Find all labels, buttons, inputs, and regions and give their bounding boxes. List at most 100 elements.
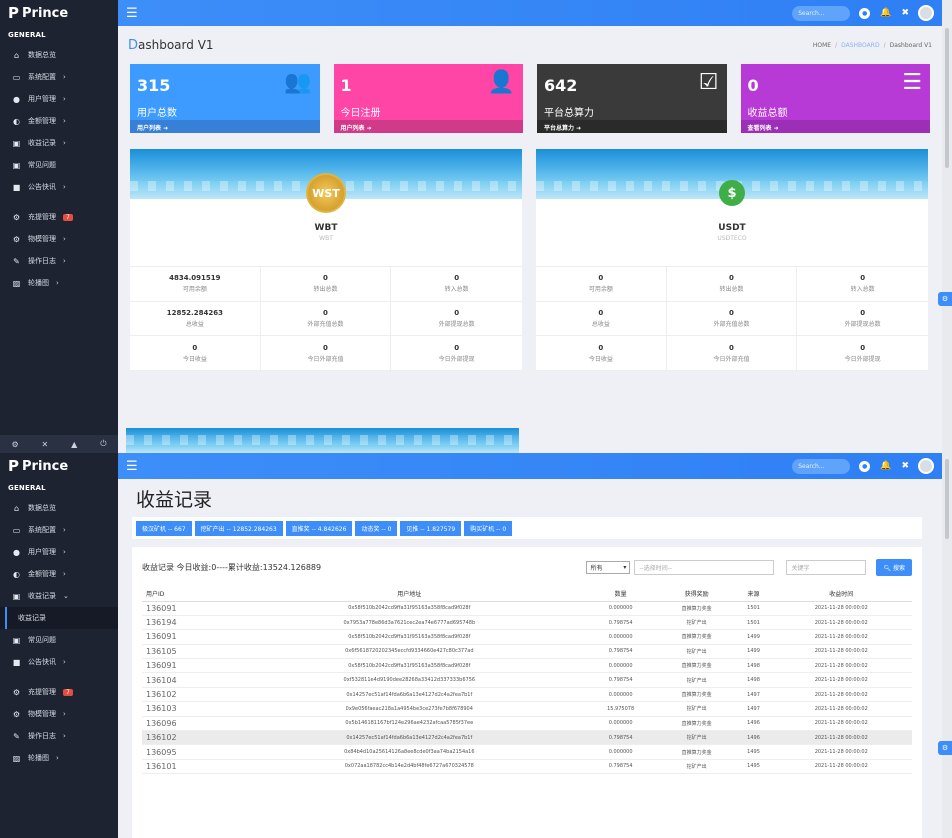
- tab-record-type[interactable]: 挖矿产出 -- 12852.284263: [194, 520, 283, 536]
- scrollbar[interactable]: [942, 453, 952, 838]
- table-cell: 0x5b146181167bf124e296ae4232afcaa5785f37…: [234, 716, 585, 732]
- column-header[interactable]: 收益时间: [770, 587, 912, 602]
- sidebar-item-dashboard[interactable]: ⌂ 数据总览: [0, 497, 118, 519]
- table-cell: 1497: [736, 701, 771, 717]
- sidebar-item-users[interactable]: ● 用户管理 ›: [0, 88, 118, 110]
- table-row[interactable]: 136091 0x58f510b2042cd9ffa31f95163a358f8c…: [142, 629, 912, 645]
- menu-icon[interactable]: ☰: [126, 6, 138, 21]
- tab-record-type[interactable]: 极汉矿机 -- 667: [136, 520, 192, 536]
- sidebar-item-wallet[interactable]: ◐ 金额管理 ›: [0, 563, 118, 585]
- table-row[interactable]: 136095 0x84b4d10a25614126a8ee8cde0f3aa74b…: [142, 744, 912, 760]
- table-row[interactable]: 136103 0x9e056faeac218a1a4954be3ce273fe7b…: [142, 701, 912, 717]
- table-row[interactable]: 136102 0x14257ec51af14fda6b6a13e4127d2c4a…: [142, 687, 912, 703]
- sidebar-item-system[interactable]: ▭ 系统配置 ›: [0, 519, 118, 541]
- stat-link[interactable]: 用户列表 ➜: [333, 120, 523, 133]
- table-row[interactable]: 136091 0x58f510b2042cd9ffa31f95163a358f8c…: [142, 658, 912, 674]
- table-row[interactable]: 136101 0x072aa18782cc4b14e2d4bf48fe6727a6…: [142, 759, 912, 775]
- breadcrumb-home[interactable]: HOME: [813, 42, 831, 49]
- sidebar-section-label: GENERAL: [8, 31, 46, 39]
- sidebar-item-recharge[interactable]: ⚙ 充提管理 7: [0, 681, 118, 703]
- search-button-label: 搜索: [892, 564, 905, 572]
- table-cell: 1496: [736, 730, 771, 746]
- sidebar-item-notice[interactable]: ■ 公告快讯 ›: [0, 651, 118, 673]
- settings-icon[interactable]: ⚙: [11, 440, 18, 449]
- stat-link[interactable]: 平台总算力 ➜: [537, 120, 727, 133]
- keyword-input[interactable]: 关键字: [786, 559, 867, 575]
- stat-link[interactable]: 用户列表 ➜: [130, 120, 320, 133]
- time-input[interactable]: --选择时间--: [634, 559, 775, 575]
- sidebar-item-carousel[interactable]: ▨ 轮播图 ›: [0, 747, 118, 769]
- sidebar-item-miner[interactable]: ⚙ 物模管理 ›: [0, 228, 118, 250]
- filter-select[interactable]: 所有 ▾: [586, 560, 631, 574]
- table-row[interactable]: 136096 0x5b146181167bf124e296ae4232afcaa5…: [142, 716, 912, 732]
- power-icon[interactable]: ⏻: [100, 439, 106, 449]
- table-row[interactable]: 136091 0x58f510b2042cd9ffa31f95163a358f8c…: [142, 601, 912, 616]
- usdt-coin-icon: $: [712, 173, 752, 213]
- column-header[interactable]: 数量: [584, 587, 657, 602]
- sidebar-item-recharge[interactable]: ⚙ 充提管理 7: [0, 206, 118, 228]
- table-cell: 0x58f510b2042cd9ffa31f95163a358f8cad9f02…: [234, 601, 585, 616]
- menu-icon[interactable]: ☰: [126, 459, 138, 474]
- chevron-right-icon: ›: [63, 710, 66, 718]
- sidebar-item-system[interactable]: ▭ 系统配置 ›: [0, 66, 118, 88]
- search-button[interactable]: 🔍︎ 搜索: [876, 558, 912, 576]
- scrollbar[interactable]: [942, 0, 952, 453]
- notice-icon: ■: [12, 657, 21, 667]
- sidebar-item-log[interactable]: ✎ 操作日志 ›: [0, 725, 118, 747]
- table-row[interactable]: 136194 0x7953a778e86d3a7621cec2ea74e6777a…: [142, 615, 912, 631]
- sidebar-item-dashboard[interactable]: ⌂ 数据总览: [0, 44, 118, 66]
- column-header[interactable]: 用户ID: [142, 587, 235, 602]
- bell-icon[interactable]: 🔔: [880, 8, 891, 18]
- search-icon[interactable]: ●: [859, 7, 871, 19]
- coin-stats-grid: 0 可用余额 0 转出总数 0 转入总数 0 总收益 0 外部充值总数 0 外部提现总数 0…: [536, 266, 928, 371]
- table-cell: 0x14257ec51af14fda6b6a13e4127d2c4a2fea7b…: [234, 687, 585, 703]
- table-cell: 2021-11-28 00:00:02: [770, 601, 912, 616]
- brand-logo[interactable]: P Prince: [0, 0, 118, 26]
- record-type-tabs: 极汉矿机 -- 667 挖矿产出 -- 12852.284263 直推奖 -- …: [132, 517, 922, 539]
- sidebar-item-records[interactable]: ▣ 收益记录 ⌄: [0, 585, 118, 607]
- tab-record-type[interactable]: 动态奖 -- 0: [355, 520, 398, 536]
- table-cell: 0.798754: [584, 672, 657, 688]
- tab-record-type[interactable]: 见推 -- 1.827579: [400, 520, 462, 536]
- sidebar-subitem-records[interactable]: 收益记录: [0, 607, 118, 629]
- sidebar-item-label: 数据总览: [28, 504, 56, 512]
- sidebar-item-wallet[interactable]: ◐ 金额管理 ›: [0, 110, 118, 132]
- tab-record-type[interactable]: 购买矿机 -- 0: [464, 520, 513, 536]
- sidebar-item-notice[interactable]: ■ 公告快讯 ›: [0, 176, 118, 198]
- tab-record-type[interactable]: 直推奖 -- 4.842626: [285, 520, 353, 536]
- fullscreen-icon[interactable]: ✕: [42, 440, 49, 449]
- table-row[interactable]: 136102 0x14257ec51af14fda6b6a13e4127d2c4a…: [142, 730, 912, 746]
- lock-icon[interactable]: ▲: [71, 440, 77, 449]
- avatar[interactable]: [918, 5, 934, 21]
- fullscreen-icon[interactable]: ✖: [901, 8, 909, 18]
- miner2-icon: ⚙: [12, 234, 21, 244]
- search-input[interactable]: Search...: [792, 5, 851, 21]
- sidebar-item-users[interactable]: ● 用户管理 ›: [0, 541, 118, 563]
- search-icon[interactable]: ●: [859, 460, 871, 472]
- stat-link[interactable]: 查看列表 ➜: [740, 120, 930, 133]
- column-header[interactable]: 用户地址: [234, 587, 585, 602]
- table-cell: 0x58f510b2042cd9ffa31f95163a358f8cad9f02…: [234, 658, 585, 674]
- column-header[interactable]: 获得奖励: [656, 587, 737, 602]
- table-cell: 0.798754: [584, 759, 657, 775]
- breadcrumb-dashboard[interactable]: DASHBOARD: [841, 42, 879, 49]
- brand-logo[interactable]: P Prince: [0, 453, 118, 479]
- sidebar-item-records[interactable]: ▣ 收益记录 ›: [0, 132, 118, 154]
- sidebar: P Prince GENERAL ⌂ 数据总览 ▭ 系统配置 › ● 用户管理 › ◐ 金额管…: [0, 0, 118, 453]
- table-row[interactable]: 136105 0x6f5618720202345eccfd9334660e427c…: [142, 644, 912, 660]
- coin-stat: 0 今日外部提现: [797, 336, 928, 371]
- sidebar-item-faq[interactable]: ▣ 常见问题: [0, 154, 118, 176]
- sidebar-item-miner[interactable]: ⚙ 物模管理 ›: [0, 703, 118, 725]
- column-header[interactable]: 来源: [736, 587, 771, 602]
- table-row[interactable]: 136104 0xf532811e4d9190dee28268a33412d337…: [142, 672, 912, 688]
- brand-p-icon: P: [8, 457, 19, 475]
- sidebar-item-log[interactable]: ✎ 操作日志 ›: [0, 250, 118, 272]
- coin-subname: WBT: [319, 235, 333, 242]
- avatar[interactable]: [918, 458, 934, 474]
- search-input[interactable]: Search...: [792, 458, 851, 474]
- bell-icon[interactable]: 🔔: [880, 461, 891, 471]
- fullscreen-icon[interactable]: ✖: [901, 461, 909, 471]
- sidebar-item-faq[interactable]: ▣ 常见问题: [0, 629, 118, 651]
- coin-stat: 0 转入总数: [391, 267, 522, 302]
- sidebar-item-carousel[interactable]: ▨ 轮播图 ›: [0, 272, 118, 294]
